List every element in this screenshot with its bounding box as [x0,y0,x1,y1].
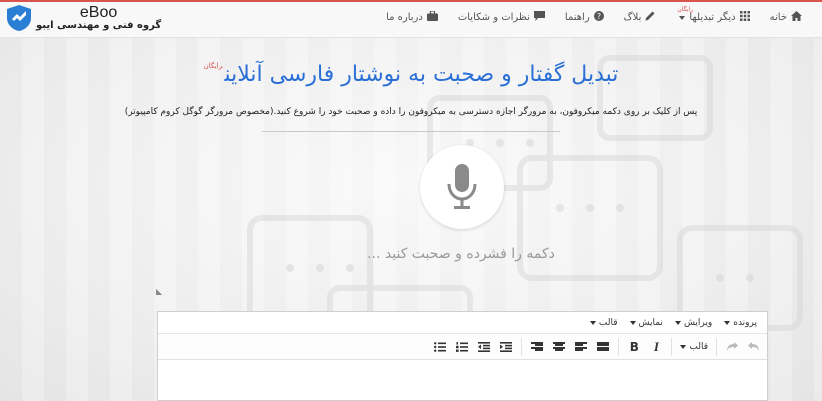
comment-icon [533,11,545,24]
nav-item-blog[interactable]: بلاگ [614,11,666,24]
menu-view[interactable]: نمایش [624,318,669,328]
nav-item-label: خانه [769,12,787,23]
nav-item-home[interactable]: خانه [760,11,812,24]
nav-item-help[interactable]: ? راهنما [555,11,614,24]
home-icon [791,11,802,24]
toolbar-separator [618,337,620,356]
bullet-list-button[interactable] [429,337,451,357]
align-justify-button[interactable] [592,337,614,357]
chevron-down-icon [679,15,686,20]
brand[interactable]: eBoo گروه فنی و مهندسی ایبو [6,4,161,32]
align-center-button[interactable] [548,337,570,357]
undo-button[interactable] [743,337,765,357]
italic-button[interactable]: I [645,337,667,357]
page-title-text: تبدیل گفتار و صحبت به نوشتار فارسی آنلای… [224,62,619,87]
svg-text:?: ? [597,12,601,21]
redo-icon [727,341,738,351]
nav-item-label: راهنما [564,12,590,23]
nav-menu: خانه دیگر تبدیلها رایگان بلاگ ? راهنما ن… [376,6,812,24]
chevron-down-icon [629,320,636,325]
free-badge: رایگان [203,62,223,70]
menu-label: ویرایش [683,317,713,328]
chevron-down-icon [589,320,596,325]
bold-icon: B [629,339,639,354]
instructions-text: پس از کلیک بر روی دکمه میکروفون، به مرور… [124,107,698,117]
grid-icon [739,11,750,24]
redo-button[interactable] [721,337,743,357]
menu-file[interactable]: پرونده [718,318,763,328]
toolbar-separator [671,337,673,356]
numbered-list-button[interactable] [451,337,473,357]
menu-label: قالب [598,317,618,328]
menu-label: پرونده [733,317,757,328]
resize-handle-icon[interactable]: ◣ [156,287,162,296]
outdent-icon [478,341,491,352]
free-badge: رایگان [677,6,694,13]
format-label: قالب [689,341,708,352]
divider [262,131,560,132]
menu-format[interactable]: قالب [584,318,624,328]
page-title: تبدیل گفتار و صحبت به نوشتار فارسی آنلای… [0,62,822,87]
toolbar-separator [716,337,717,356]
chevron-down-icon [680,344,687,349]
nav-item-label: نظرات و شکایات [457,12,530,23]
align-right-button[interactable] [570,337,592,357]
undo-icon [748,341,759,351]
nav-item-label: دیگر تبدیلها [689,12,736,23]
microphone-button[interactable] [420,145,504,229]
align-left-icon [531,341,544,352]
briefcase-icon [426,10,438,24]
press-and-speak-hint: دکمه را فشرده و صحبت کنید ... [367,246,555,262]
chevron-down-icon [674,320,681,325]
toolbar-separator [521,337,523,356]
indent-icon [500,341,513,352]
italic-icon: I [653,338,659,354]
nav-item-label: درباره ما [386,12,423,23]
format-dropdown[interactable]: قالب [676,337,712,357]
brand-title: eBoo [79,4,118,21]
editor-content-area[interactable] [158,360,767,400]
menu-label: نمایش [638,317,663,328]
nav-item-about[interactable]: درباره ما [376,10,448,24]
editor-toolbar: قالب I B [158,334,767,360]
microphone-icon [447,164,477,209]
bold-button[interactable]: B [623,337,645,357]
align-left-button[interactable] [526,337,548,357]
pencil-icon [645,11,655,24]
menu-edit[interactable]: ویرایش [669,318,718,328]
outdent-button[interactable] [473,337,495,357]
nav-item-label: بلاگ [623,12,642,23]
nav-item-other-conversions[interactable]: دیگر تبدیلها رایگان [665,6,759,24]
editor-menubar: پرونده ویرایش نمایش قالب [158,312,767,334]
nav-item-feedback[interactable]: نظرات و شکایات [448,11,555,24]
numbered-list-icon [456,341,469,352]
align-right-icon [575,341,588,352]
question-circle-icon: ? [593,11,604,24]
eboo-logo-icon [7,5,31,31]
chevron-down-icon [724,320,731,325]
align-justify-icon [597,341,610,352]
indent-button[interactable] [495,337,517,357]
rich-text-editor: پرونده ویرایش نمایش قالب قالب I B [157,311,768,401]
top-navbar: خانه دیگر تبدیلها رایگان بلاگ ? راهنما ن… [0,0,822,38]
align-center-icon [553,341,566,352]
bullet-list-icon [434,341,447,352]
brand-text: eBoo گروه فنی و مهندسی ایبو [36,5,161,31]
brand-subtitle: گروه فنی و مهندسی ایبو [36,20,162,31]
